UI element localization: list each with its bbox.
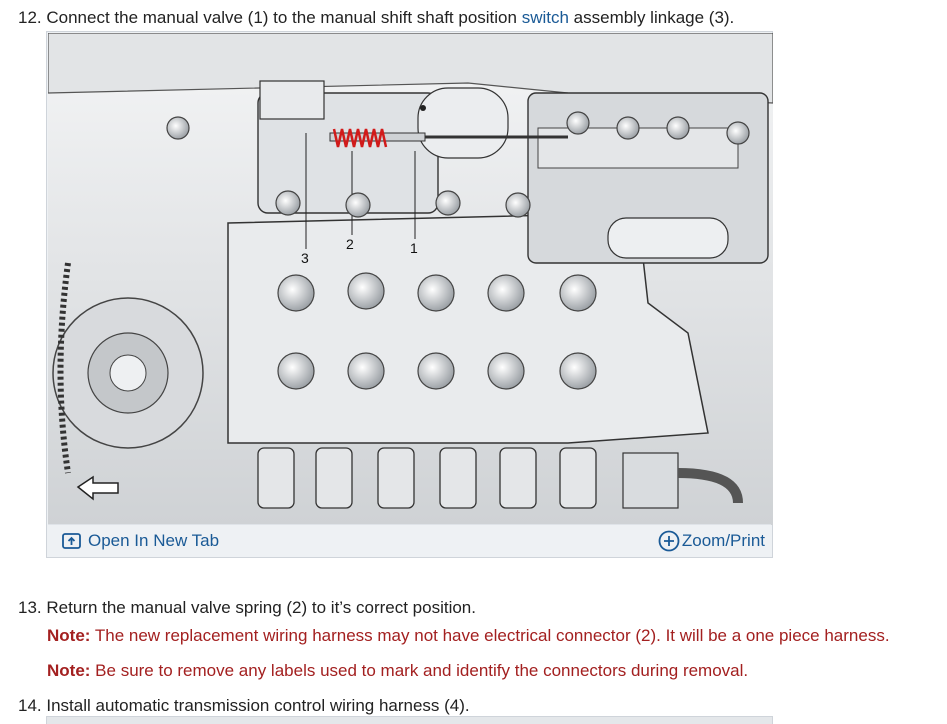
figure-toolbar: Open In New Tab Zoom/Print (48, 524, 771, 556)
step-text-before: Connect the manual valve (1) to the manu… (46, 8, 522, 27)
step-text: Return the manual valve spring (2) to it… (46, 598, 476, 617)
note-text: The new replacement wiring harness may n… (90, 626, 890, 645)
note-text: Be sure to remove any labels used to mar… (90, 661, 749, 680)
next-figure-edge (46, 716, 773, 724)
note-2: Note: Be sure to remove any labels used … (47, 661, 748, 681)
open-in-new-tab-button[interactable]: Open In New Tab (62, 531, 219, 551)
step-13: 13. Return the manual valve spring (2) t… (18, 598, 476, 618)
step-number: 13. (18, 598, 42, 617)
zoom-plus-icon (658, 530, 680, 551)
step-number: 14. (18, 696, 42, 715)
callout-1: 1 (410, 240, 418, 256)
linkage-connector (259, 80, 325, 120)
open-in-new-tab-label: Open In New Tab (88, 530, 220, 550)
step-text-after: assembly linkage (3). (568, 8, 735, 27)
zoom-print-label: Zoom/Print (681, 530, 765, 550)
step-text: Install automatic transmission control w… (46, 696, 470, 715)
note-label: Note: (47, 626, 91, 645)
callout-3: 3 (301, 250, 309, 266)
note-1: Note: The new replacement wiring harness… (47, 626, 890, 646)
step-12: 12. Connect the manual valve (1) to the … (18, 8, 734, 28)
valve-body-illustration: 3 2 1 (48, 33, 773, 525)
open-new-tab-icon (62, 532, 81, 549)
step-14: 14. Install automatic transmission contr… (18, 696, 470, 716)
valve-body-figure: 3 2 1 Open In New Tab Zoom/Print (46, 31, 773, 558)
callout-2: 2 (346, 236, 354, 252)
switch-link[interactable]: switch (522, 8, 569, 27)
step-number: 12. (18, 8, 42, 27)
note-label: Note: (47, 661, 91, 680)
zoom-print-button[interactable]: Zoom/Print (658, 530, 765, 552)
